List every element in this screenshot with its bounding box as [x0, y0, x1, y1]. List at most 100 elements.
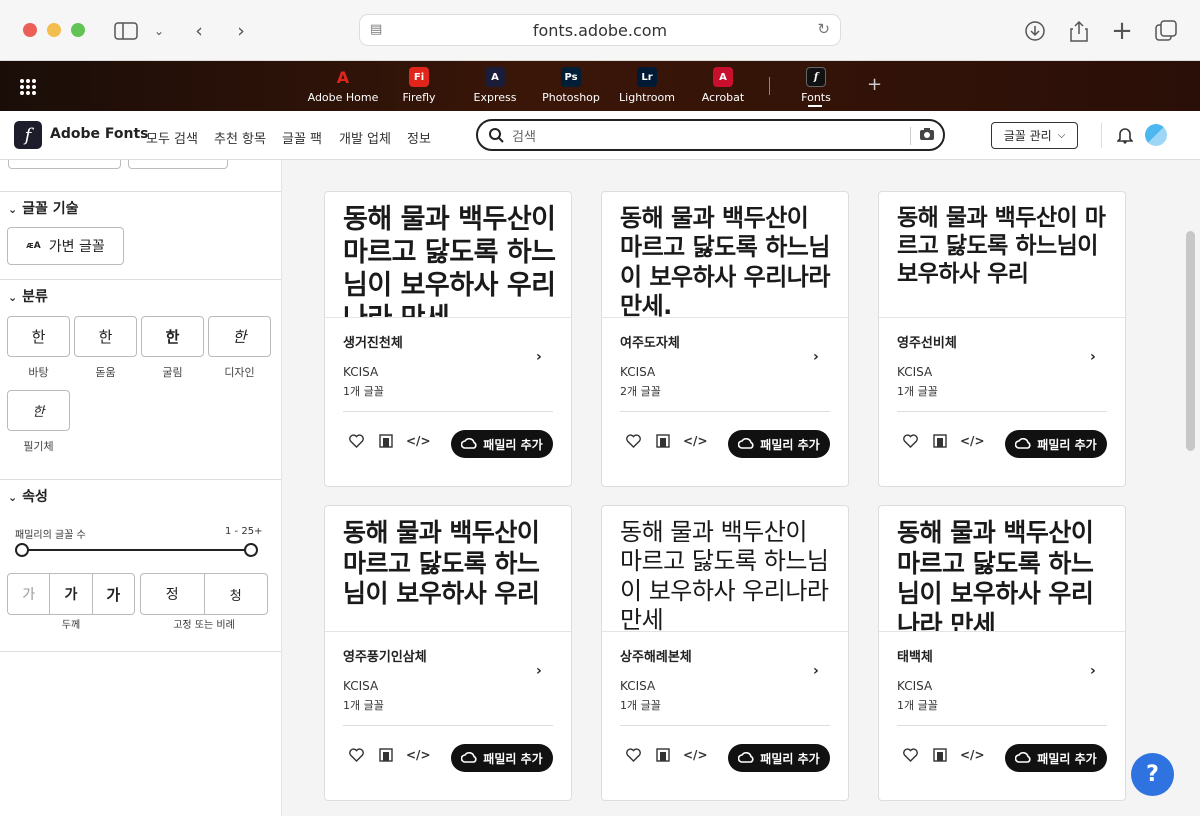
close-window-button[interactable] — [23, 23, 37, 37]
font-family-name[interactable]: 영주선비체 — [897, 332, 957, 351]
tabs-overview-icon[interactable] — [1153, 18, 1179, 44]
chevron-right-icon[interactable]: › — [536, 349, 542, 365]
chevron-right-icon[interactable]: › — [1090, 663, 1096, 679]
site-title[interactable]: Adobe Fonts — [50, 126, 148, 142]
font-family-name[interactable]: 여주도자체 — [620, 332, 680, 351]
slider-min-handle[interactable] — [15, 543, 29, 557]
embed-code-icon[interactable]: </> — [406, 434, 431, 448]
adobe-fonts-logo-icon[interactable]: f — [14, 121, 42, 149]
font-sample-preview[interactable]: 동해 물과 백두산이 마르고 닳도록 하느님이 보우하사 우리나라 만세. — [602, 192, 848, 318]
chevron-right-icon[interactable]: › — [813, 663, 819, 679]
properties-section-header[interactable]: ⌄ 속성 — [8, 486, 48, 506]
foundry-name[interactable]: KCISA — [897, 365, 932, 379]
classification-3-button[interactable]: 한 — [208, 316, 271, 357]
slider-max-handle[interactable] — [244, 543, 258, 557]
font-card[interactable]: 동해 물과 백두산이 마르고 닳도록 하느님이 보우하사 우리나라 만세. 여주도… — [601, 191, 849, 487]
add-to-list-icon[interactable] — [933, 748, 948, 767]
favorite-heart-icon[interactable] — [626, 748, 641, 766]
chevron-right-icon[interactable]: › — [813, 349, 819, 365]
nav-item-4[interactable]: 정보 — [407, 128, 431, 147]
nav-item-3[interactable]: 개발 업체 — [339, 128, 391, 147]
add-family-button[interactable]: 패밀리 추가 — [728, 430, 830, 458]
classification-0-button[interactable]: 한 — [7, 316, 70, 357]
font-sample-preview[interactable]: 동해 물과 백두산이 마르고 닳도록 하느님이 보우하사 우리나라 만세. — [325, 192, 571, 318]
font-card[interactable]: 동해 물과 백두산이 마르고 닳도록 하느님이 보우하사 우리 영주풍기인삼체 › K… — [324, 505, 572, 801]
font-card[interactable]: 동해 물과 백두산이 마르고 닳도록 하느님이 보우하사 우리나라 만세. 생거진… — [324, 191, 572, 487]
font-family-name[interactable]: 태백체 — [897, 646, 933, 665]
foundry-name[interactable]: KCISA — [897, 679, 932, 693]
help-button[interactable]: ? — [1131, 753, 1174, 796]
font-card[interactable]: 동해 물과 백두산이 마르고 닳도록 하느님이 보우하사 우리나라 만세태백체 ›… — [878, 505, 1126, 801]
font-sample-preview[interactable]: 동해 물과 백두산이 마르고 닳도록 하느님이 보우하사 우리나라 만세 — [879, 506, 1125, 632]
scrollbar-thumb[interactable] — [1186, 231, 1195, 451]
chevron-down-icon[interactable]: ⌄ — [146, 18, 172, 44]
add-family-button[interactable]: 패밀리 추가 — [451, 744, 553, 772]
minimize-window-button[interactable] — [47, 23, 61, 37]
search-box[interactable]: 검색 — [476, 119, 945, 151]
download-icon[interactable] — [1022, 18, 1048, 44]
tech-section-header[interactable]: ⌄ 글꼴 기술 — [8, 198, 79, 218]
back-icon[interactable]: ‹ — [186, 18, 212, 44]
monospace-button[interactable]: 정 — [141, 574, 205, 614]
share-icon[interactable] — [1066, 18, 1092, 44]
classification-4-button[interactable]: 한 — [7, 390, 70, 431]
app-express[interactable]: A Express — [455, 67, 535, 104]
add-family-button[interactable]: 패밀리 추가 — [728, 744, 830, 772]
partial-filter-button[interactable] — [128, 160, 228, 169]
foundry-name[interactable]: KCISA — [620, 679, 655, 693]
font-card[interactable]: 동해 물과 백두산이 마르고 닳도록 하느님이 보우하사 우리나라 만세 상주해례… — [601, 505, 849, 801]
reload-icon[interactable]: ↻ — [817, 20, 830, 38]
embed-code-icon[interactable]: </> — [683, 434, 708, 448]
sidebar-toggle-icon[interactable] — [113, 18, 139, 44]
nav-item-1[interactable]: 추천 항목 — [214, 128, 266, 147]
embed-code-icon[interactable]: </> — [960, 748, 985, 762]
nav-item-2[interactable]: 글꼴 팩 — [282, 128, 322, 147]
favorite-heart-icon[interactable] — [903, 748, 918, 766]
search-input[interactable]: 검색 — [512, 126, 536, 145]
zoom-window-button[interactable] — [71, 23, 85, 37]
favorite-heart-icon[interactable] — [626, 434, 641, 452]
font-card[interactable]: 동해 물과 백두산이 마르고 닳도록 하느님이 보우하사 우리영주선비체 › KCI… — [878, 191, 1126, 487]
add-to-list-icon[interactable] — [379, 748, 394, 767]
weight-medium-button[interactable]: 가 — [50, 574, 93, 614]
app-adobe-home[interactable]: A Adobe Home — [303, 67, 383, 105]
favorite-heart-icon[interactable] — [349, 434, 364, 452]
apps-grid-icon[interactable] — [20, 79, 36, 95]
font-sample-preview[interactable]: 동해 물과 백두산이 마르고 닳도록 하느님이 보우하사 우리 — [879, 192, 1125, 318]
weight-light-button[interactable]: 가 — [8, 574, 51, 614]
add-family-button[interactable]: 패밀리 추가 — [451, 430, 553, 458]
proportional-button[interactable]: 청 — [205, 574, 268, 614]
embed-code-icon[interactable]: </> — [960, 434, 985, 448]
add-family-button[interactable]: 패밀리 추가 — [1005, 430, 1107, 458]
classification-1-button[interactable]: 한 — [74, 316, 137, 357]
add-to-list-icon[interactable] — [379, 434, 394, 453]
foundry-name[interactable]: KCISA — [343, 365, 378, 379]
font-sample-preview[interactable]: 동해 물과 백두산이 마르고 닳도록 하느님이 보우하사 우리나라 만세 — [602, 506, 848, 632]
font-sample-preview[interactable]: 동해 물과 백두산이 마르고 닳도록 하느님이 보우하사 우리 — [325, 506, 571, 632]
family-count-slider-track[interactable] — [22, 549, 251, 551]
notification-bell-icon[interactable] — [1116, 126, 1134, 148]
app-firefly[interactable]: Fi Firefly — [379, 67, 459, 104]
partial-filter-button[interactable] — [8, 160, 121, 169]
add-app-icon[interactable]: + — [867, 74, 882, 95]
nav-item-0[interactable]: 모두 검색 — [146, 128, 198, 147]
chevron-right-icon[interactable]: › — [536, 663, 542, 679]
app-photoshop[interactable]: Ps Photoshop — [531, 67, 611, 104]
app-fonts[interactable]: f Fonts — [776, 67, 856, 104]
favorite-heart-icon[interactable] — [903, 434, 918, 452]
add-family-button[interactable]: 패밀리 추가 — [1005, 744, 1107, 772]
chevron-right-icon[interactable]: › — [1090, 349, 1096, 365]
foundry-name[interactable]: KCISA — [620, 365, 655, 379]
add-to-list-icon[interactable] — [933, 434, 948, 453]
embed-code-icon[interactable]: </> — [406, 748, 431, 762]
embed-code-icon[interactable]: </> — [683, 748, 708, 762]
foundry-name[interactable]: KCISA — [343, 679, 378, 693]
camera-icon[interactable] — [919, 126, 935, 146]
avatar[interactable] — [1145, 124, 1167, 146]
manage-fonts-button[interactable]: 글꼴 관리 ⌵ — [991, 122, 1078, 149]
font-family-name[interactable]: 생거진천체 — [343, 332, 403, 351]
variable-font-button[interactable]: ᴁA 가변 글꼴 — [7, 227, 124, 265]
new-tab-icon[interactable]: + — [1109, 16, 1135, 46]
app-acrobat[interactable]: A Acrobat — [683, 67, 763, 104]
favorite-heart-icon[interactable] — [349, 748, 364, 766]
